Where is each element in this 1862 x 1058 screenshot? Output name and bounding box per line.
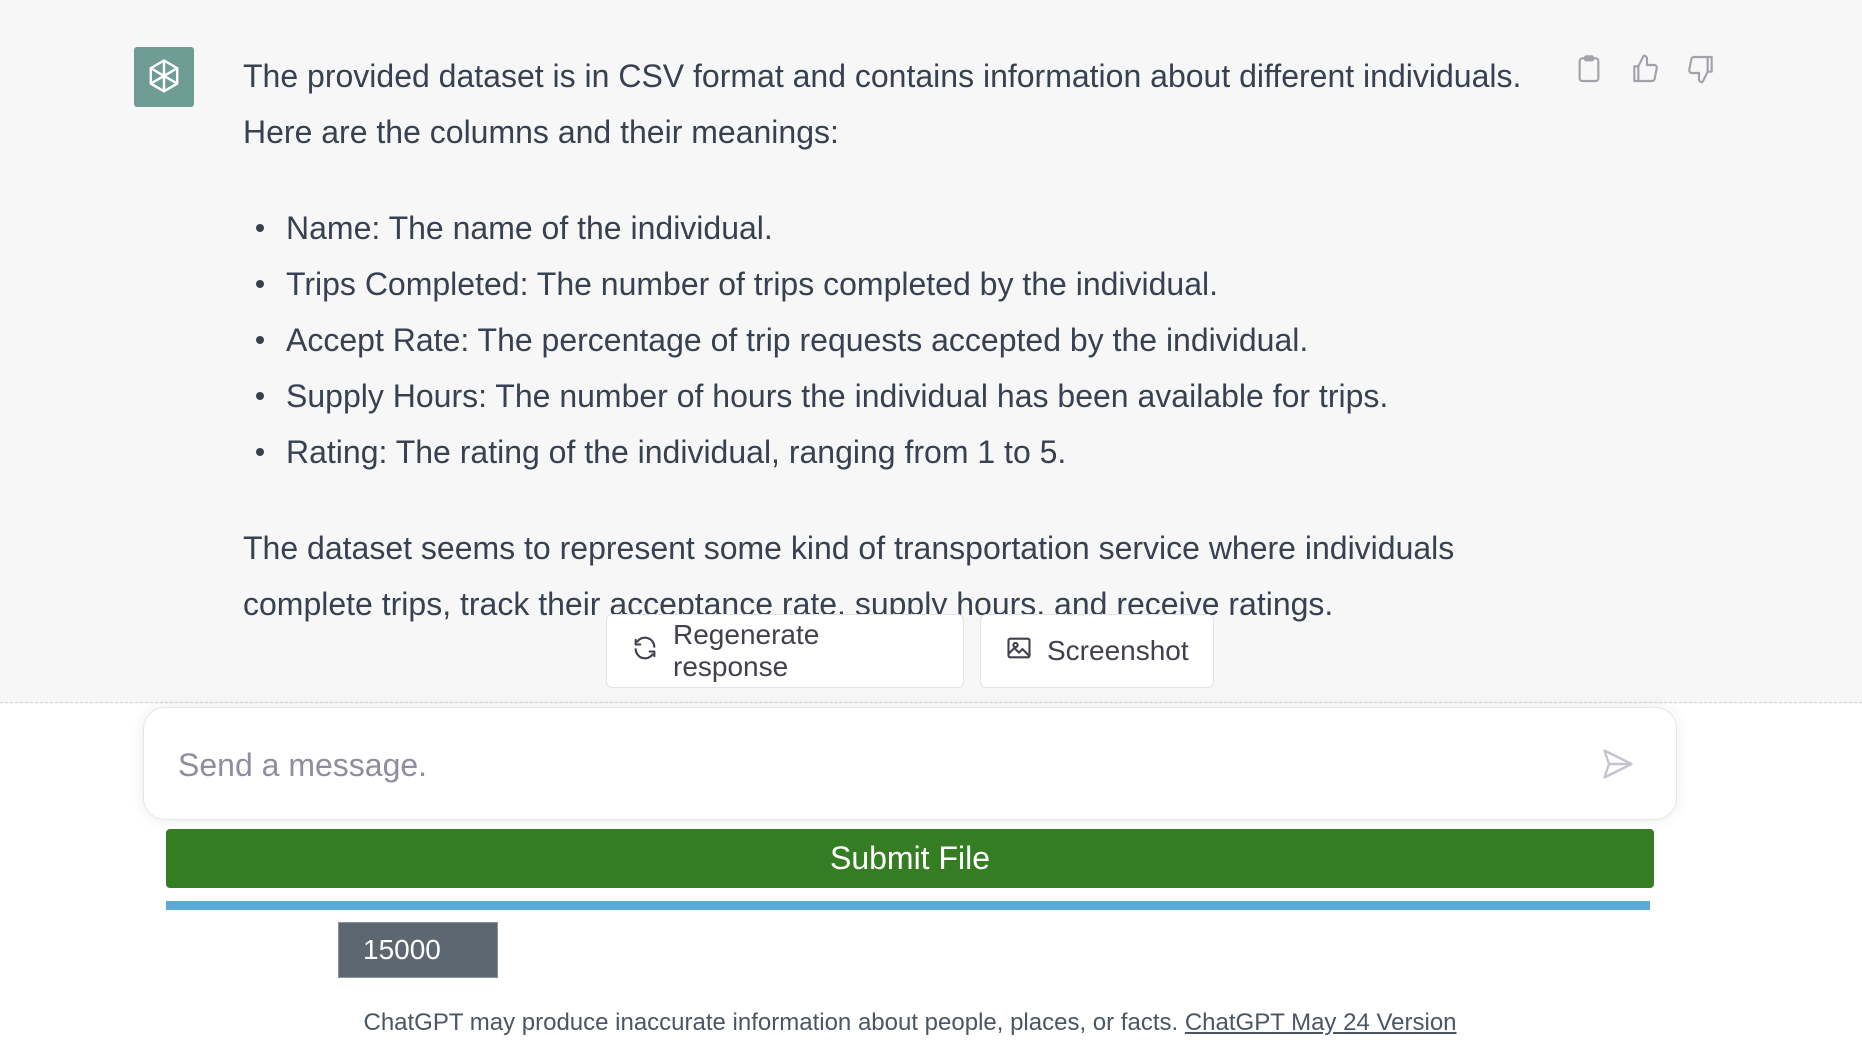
- list-item: Trips Completed: The number of trips com…: [243, 256, 1543, 312]
- thumbs-down-icon[interactable]: [1684, 52, 1718, 86]
- divider: [0, 702, 1862, 703]
- version-link[interactable]: ChatGPT May 24 Version: [1185, 1009, 1457, 1036]
- refresh-icon: [631, 634, 659, 669]
- list-item: Accept Rate: The percentage of trip requ…: [243, 312, 1543, 368]
- list-item: Name: The name of the individual.: [243, 200, 1543, 256]
- screenshot-label: Screenshot: [1047, 635, 1189, 666]
- list-item: Rating: The rating of the individual, ra…: [243, 424, 1543, 480]
- message-composer: [143, 707, 1677, 820]
- screenshot-button[interactable]: Screenshot: [980, 614, 1214, 688]
- column-list: Name: The name of the individual. Trips …: [243, 200, 1543, 480]
- regenerate-label: Regenerate response: [673, 619, 820, 682]
- message-intro: The provided dataset is in CSV format an…: [243, 58, 1522, 150]
- count-badge: 15000: [338, 922, 498, 978]
- regenerate-button[interactable]: Regenerate response: [606, 614, 964, 688]
- thumbs-up-icon[interactable]: [1628, 52, 1662, 86]
- progress-fill: [166, 901, 1650, 910]
- assistant-message: The provided dataset is in CSV format an…: [0, 0, 1862, 704]
- message-actions: [1572, 52, 1718, 86]
- footer-disclaimer: ChatGPT may produce inaccurate informati…: [0, 1009, 1820, 1037]
- footer-text: ChatGPT may produce inaccurate informati…: [363, 1009, 1179, 1036]
- image-icon: [1005, 634, 1033, 669]
- clipboard-icon[interactable]: [1572, 52, 1606, 86]
- send-icon[interactable]: [1600, 746, 1636, 782]
- submit-file-button[interactable]: Submit File: [166, 829, 1654, 888]
- message-input[interactable]: [176, 736, 1580, 794]
- list-item: Supply Hours: The number of hours the in…: [243, 368, 1543, 424]
- message-content: The provided dataset is in CSV format an…: [243, 48, 1543, 632]
- openai-logo-icon: [134, 47, 194, 107]
- upload-progress-bar: [166, 901, 1650, 910]
